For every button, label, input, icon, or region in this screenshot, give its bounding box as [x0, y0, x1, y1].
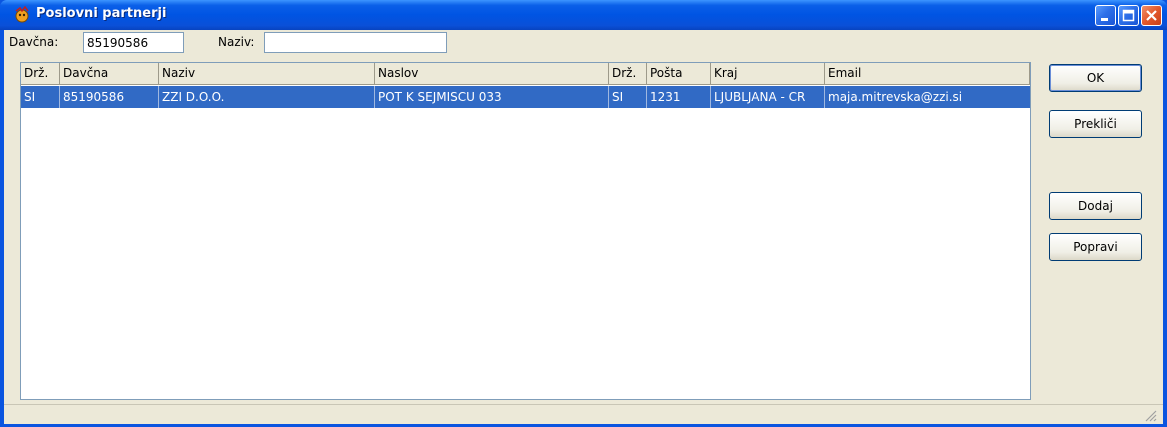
partners-grid[interactable]: Drž. Davčna Naziv Naslov Drž. Pošta Kraj…: [20, 62, 1031, 400]
title-bar[interactable]: Poslovni partnerji: [0, 0, 1167, 30]
cell-davcna: 85190586: [60, 86, 159, 108]
maximize-icon: [1122, 9, 1135, 22]
close-icon: [1146, 10, 1157, 21]
minimize-button[interactable]: [1095, 5, 1116, 26]
cell-naziv: ZZI D.O.O.: [159, 86, 375, 108]
status-bar: [4, 404, 1163, 424]
close-button[interactable]: [1141, 5, 1162, 26]
cancel-button[interactable]: Prekliči: [1049, 110, 1142, 138]
cell-naslov: POT K SEJMISCU 033: [375, 86, 609, 108]
column-header-kraj[interactable]: Kraj: [711, 63, 825, 85]
table-row[interactable]: SI 85190586 ZZI D.O.O. POT K SEJMISCU 03…: [21, 86, 1030, 108]
column-header-posta[interactable]: Pošta: [647, 63, 711, 85]
column-header-naziv[interactable]: Naziv: [159, 63, 375, 85]
app-icon: [15, 6, 29, 23]
davcna-label: Davčna:: [9, 35, 59, 49]
window-title: Poslovni partnerji: [36, 6, 167, 21]
davcna-input[interactable]: [83, 32, 184, 53]
cell-email: maja.mitrevska@zzi.si: [828, 90, 963, 104]
minimize-icon: [1101, 18, 1108, 21]
cell-posta: 1231: [647, 86, 711, 108]
naziv-input[interactable]: [264, 32, 447, 53]
cell-drzava-2: SI: [609, 86, 647, 108]
column-header-email[interactable]: Email: [825, 63, 1030, 85]
window: Poslovni partnerji Davčna: Naziv: Drž. D…: [0, 0, 1167, 427]
maximize-button[interactable]: [1118, 5, 1139, 26]
add-button[interactable]: Dodaj: [1049, 192, 1142, 220]
column-header-naslov[interactable]: Naslov: [375, 63, 609, 85]
naziv-label: Naziv:: [218, 35, 255, 49]
cell-kraj: LJUBLJANA - CR: [711, 86, 825, 108]
column-header-drzava[interactable]: Drž.: [21, 63, 60, 85]
edit-button[interactable]: Popravi: [1049, 233, 1142, 261]
resize-grip-icon[interactable]: [1143, 408, 1157, 422]
column-header-drzava-2[interactable]: Drž.: [609, 63, 647, 85]
column-header-davcna[interactable]: Davčna: [60, 63, 159, 85]
cell-drzava: SI: [21, 86, 60, 108]
ok-button[interactable]: OK: [1049, 64, 1142, 92]
